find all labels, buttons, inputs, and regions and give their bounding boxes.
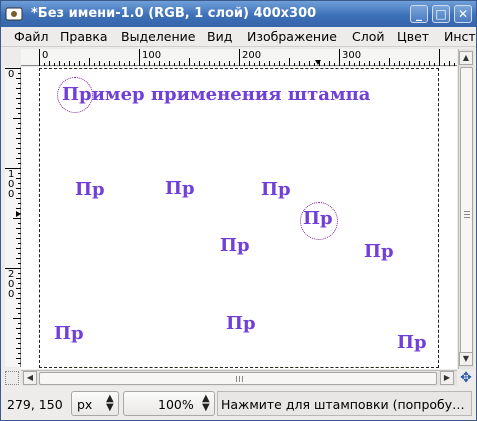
menu-edit[interactable]: Правка [60,29,108,44]
maximize-button[interactable]: □ [432,5,450,23]
scroll-down-icon[interactable]: ▼ [459,352,473,366]
title-bar[interactable]: *Без имени-1.0 (RGB, 1 слой) 400x300 _ □… [1,1,476,27]
stamp-copy: Пр [54,323,84,344]
vertical-ruler-ticks [5,68,21,364]
vertical-scrollbar[interactable]: ▲ ▼ [458,49,474,369]
zoom-select[interactable]: 100% ▲ ▼ [123,391,215,416]
menu-color[interactable]: Цвет [397,29,429,44]
close-button[interactable]: ✕ [454,5,472,23]
spin-arrows-icon: ▲ ▼ [106,393,114,413]
vertical-scroll-thumb[interactable] [460,67,473,365]
canvas-area[interactable]: Пример применения штампа Пр Пр Пр Пр Пр … [21,67,457,369]
heading-text: Пример применения штампа [62,84,371,105]
menu-select[interactable]: Выделение [121,29,195,44]
stamp-copy: Пр [220,235,250,256]
stamp-copy: Пр [226,313,256,334]
quickmask-icon[interactable] [5,371,19,385]
hruler-label-0: 0 [42,50,49,61]
image-window: *Без имени-1.0 (RGB, 1 слой) 400x300 _ □… [0,0,477,421]
menubar: Файл Правка Выделение Вид Изображение Сл… [1,27,476,47]
hruler-label-100: 100 [142,50,162,61]
status-message: Нажмите для штамповки (попробу… [217,391,472,416]
menu-image[interactable]: Изображение [247,29,337,44]
unit-select[interactable]: px ▲ ▼ [71,391,119,416]
menu-tools[interactable]: Инст [444,29,476,44]
menu-file[interactable]: Файл [14,29,49,44]
stamp-copy: Пр [75,179,105,200]
horizontal-ruler-ticks [39,49,455,66]
horizontal-ruler[interactable]: 0 100 200 300 [21,49,457,66]
window-title: *Без имени-1.0 (RGB, 1 слой) 400x300 [31,6,317,21]
image-canvas[interactable]: Пример применения штампа Пр Пр Пр Пр Пр … [39,68,439,368]
stamp-copy: Пр [364,241,394,262]
scroll-left-icon[interactable]: ◀ [23,371,37,385]
zoom-value: 100% [158,397,194,412]
brush-outline-origin [57,77,93,113]
horizontal-scrollbar[interactable]: ◀ ▶ [21,370,457,386]
minimize-button[interactable]: _ [410,5,428,23]
vertical-ruler[interactable]: 0 100 200 [5,67,21,367]
vruler-label-100: 100 [8,169,15,200]
spin-arrows-icon: ▲ ▼ [202,393,210,413]
scroll-right-icon[interactable]: ▶ [440,371,454,385]
status-message-text: Нажмите для штамповки (попробу… [221,397,465,412]
brush-outline-cursor [300,202,338,240]
unit-value: px [77,397,93,412]
gimp-icon [5,7,23,21]
menu-view[interactable]: Вид [207,29,232,44]
pointer-marker-icon [315,60,321,65]
status-bar: 279, 150 px ▲ ▼ 100% ▲ ▼ Нажмите для штамп… [1,388,476,420]
minimize-icon: _ [416,7,422,21]
ruler-corner[interactable] [5,49,18,64]
hruler-label-300: 300 [342,50,362,61]
scroll-up-icon[interactable]: ▲ [459,51,473,65]
stamp-copy: Пр [397,332,427,353]
navigate-icon[interactable]: ✥ [458,370,474,386]
menu-layer[interactable]: Слой [352,29,385,44]
pointer-coordinates: 279, 150 [7,397,63,412]
close-icon: ✕ [457,7,469,21]
horizontal-scroll-thumb[interactable] [39,372,437,385]
hruler-label-200: 200 [242,50,262,61]
stamp-copy: Пр [261,179,291,200]
stamp-copy: Пр [165,178,195,199]
maximize-icon: □ [435,7,447,21]
vruler-label-0: 0 [8,69,15,80]
vruler-label-200: 200 [8,269,15,300]
